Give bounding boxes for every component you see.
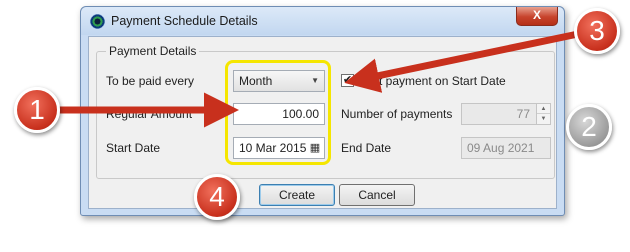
create-button[interactable]: Create (259, 184, 335, 206)
annotation-badge-2: 2 (566, 104, 612, 150)
spin-up-down-icon[interactable]: ▲ ▼ (536, 104, 550, 124)
first-payment-checkbox[interactable]: ✔ (341, 74, 354, 87)
close-button[interactable]: X (516, 7, 558, 26)
start-date-label: Start Date (106, 141, 161, 155)
app-logo-icon (90, 14, 105, 29)
title-bar: Payment Schedule Details X (81, 7, 564, 35)
group-legend: Payment Details (106, 44, 200, 58)
window-title: Payment Schedule Details (111, 14, 258, 28)
regular-amount-label: Regular Amount (106, 107, 193, 121)
annotation-badge-3: 3 (574, 8, 620, 54)
first-payment-label: First payment on Start Date (359, 74, 506, 88)
annotation-badge-4: 4 (194, 174, 240, 220)
fields-highlight (225, 60, 331, 165)
end-date-field: 09 Aug 2021 (461, 137, 551, 159)
annotation-badge-1: 1 (14, 87, 60, 133)
num-payments-value: 77 (516, 107, 530, 121)
end-date-label: End Date (341, 141, 392, 155)
paid-every-label: To be paid every (106, 74, 195, 88)
cancel-button[interactable]: Cancel (339, 184, 415, 206)
num-payments-label: Number of payments (341, 107, 453, 121)
checkmark-icon: ✔ (342, 74, 353, 86)
num-payments-stepper[interactable]: 77 ▲ ▼ (461, 103, 551, 125)
